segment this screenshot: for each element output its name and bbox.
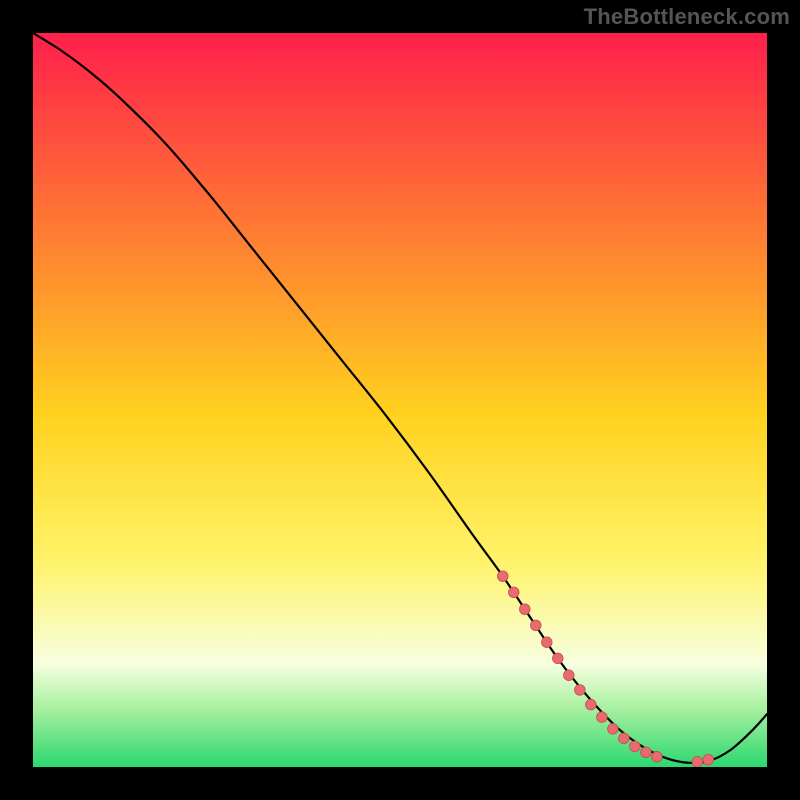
highlight-dot xyxy=(497,571,508,582)
highlight-dot xyxy=(619,733,630,744)
chart-svg xyxy=(33,33,767,767)
highlight-dot xyxy=(641,747,652,758)
highlight-dot xyxy=(553,653,564,664)
highlight-dot xyxy=(703,754,714,765)
chart-plot-area xyxy=(33,33,767,767)
highlight-dot xyxy=(564,670,575,681)
highlight-dot xyxy=(586,699,597,710)
highlight-dot xyxy=(530,620,541,631)
highlight-dot xyxy=(652,751,663,762)
highlight-dot xyxy=(575,685,586,696)
highlight-dot xyxy=(542,637,553,648)
highlight-dot xyxy=(630,741,641,752)
highlight-dot xyxy=(608,724,619,735)
highlight-dot xyxy=(692,757,703,767)
watermark-text: TheBottleneck.com xyxy=(584,4,790,30)
highlight-dot xyxy=(597,712,608,723)
chart-background xyxy=(33,33,767,767)
highlight-dot xyxy=(519,604,530,615)
highlight-dot xyxy=(508,587,519,598)
